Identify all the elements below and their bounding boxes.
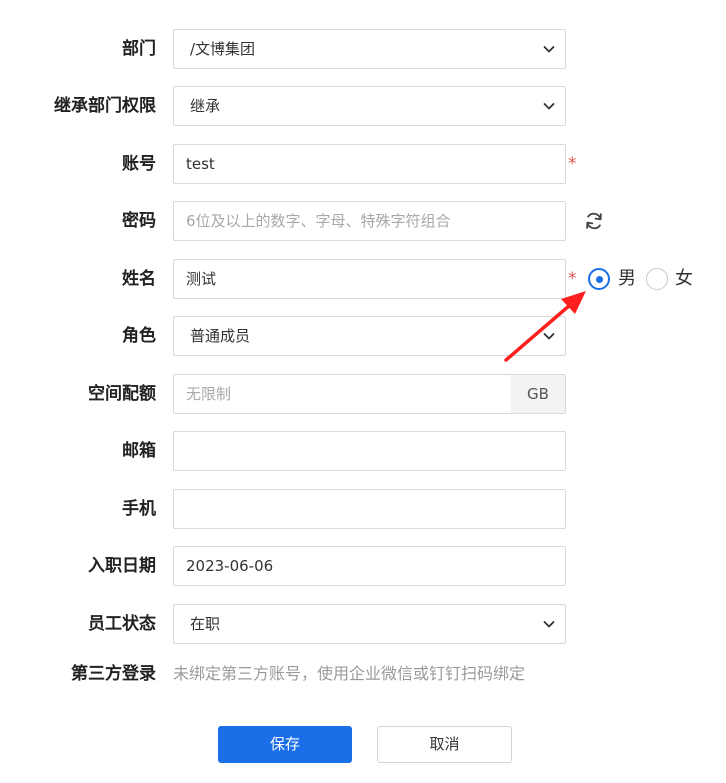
email-row: 邮箱 xyxy=(0,431,726,471)
status-row: 员工状态 在职 xyxy=(0,604,726,644)
hire-date-input[interactable]: 2023-06-06 xyxy=(173,546,566,586)
inherit-value: 继承 xyxy=(190,97,221,115)
account-label: 账号 xyxy=(122,154,156,174)
quota-row: 空间配额 无限制 GB xyxy=(0,374,726,414)
required-marker: * xyxy=(568,269,577,289)
gender-male-label[interactable]: 男 xyxy=(618,259,636,299)
chevron-down-icon xyxy=(543,46,555,53)
chevron-down-icon xyxy=(543,621,555,628)
account-value: test xyxy=(186,155,215,173)
quota-unit: GB xyxy=(511,374,566,414)
status-label: 员工状态 xyxy=(88,614,156,634)
third-party-row: 第三方登录 未绑定第三方账号，使用企业微信或钉钉扫码绑定 xyxy=(0,654,726,694)
save-button[interactable]: 保存 xyxy=(218,726,352,763)
hire-date-value: 2023-06-06 xyxy=(186,557,274,575)
inherit-label: 继承部门权限 xyxy=(54,96,156,116)
gender-female-radio[interactable] xyxy=(646,268,668,290)
role-row: 角色 普通成员 xyxy=(0,316,726,356)
required-marker: * xyxy=(568,154,577,174)
phone-row: 手机 xyxy=(0,489,726,529)
hire-date-row: 入职日期 2023-06-06 xyxy=(0,546,726,586)
department-value: /文博集团 xyxy=(190,40,256,58)
role-label: 角色 xyxy=(122,326,156,346)
name-label: 姓名 xyxy=(122,269,156,289)
password-input[interactable]: 6位及以上的数字、字母、特殊字符组合 xyxy=(173,201,566,241)
quota-label: 空间配额 xyxy=(88,384,156,404)
third-party-label: 第三方登录 xyxy=(71,664,156,684)
name-row: 姓名 测试 * 男 女 xyxy=(0,259,726,299)
status-select[interactable]: 在职 xyxy=(173,604,566,644)
name-value: 测试 xyxy=(186,270,217,288)
department-label: 部门 xyxy=(122,39,156,59)
password-row: 密码 6位及以上的数字、字母、特殊字符组合 xyxy=(0,201,726,241)
third-party-hint: 未绑定第三方账号，使用企业微信或钉钉扫码绑定 xyxy=(173,664,526,683)
status-value: 在职 xyxy=(190,615,221,633)
inherit-select[interactable]: 继承 xyxy=(173,86,566,126)
account-input[interactable]: test xyxy=(173,144,566,184)
hire-date-label: 入职日期 xyxy=(88,556,156,576)
email-label: 邮箱 xyxy=(122,441,156,461)
role-select[interactable]: 普通成员 xyxy=(173,316,566,356)
inherit-row: 继承部门权限 继承 xyxy=(0,86,726,126)
quota-placeholder: 无限制 xyxy=(186,385,232,403)
department-row: 部门 /文博集团 xyxy=(0,29,726,69)
email-input[interactable] xyxy=(173,431,566,471)
phone-input[interactable] xyxy=(173,489,566,529)
chevron-down-icon xyxy=(543,333,555,340)
role-value: 普通成员 xyxy=(190,327,251,345)
refresh-icon[interactable] xyxy=(583,210,605,232)
phone-label: 手机 xyxy=(122,499,156,519)
account-row: 账号 test * xyxy=(0,144,726,184)
gender-male-radio[interactable] xyxy=(588,268,610,290)
chevron-down-icon xyxy=(543,103,555,110)
quota-input[interactable]: 无限制 xyxy=(173,374,512,414)
password-label: 密码 xyxy=(122,211,156,231)
gender-female-label[interactable]: 女 xyxy=(675,259,693,299)
name-input[interactable]: 测试 xyxy=(173,259,566,299)
cancel-button[interactable]: 取消 xyxy=(377,726,512,763)
department-select[interactable]: /文博集团 xyxy=(173,29,566,69)
password-placeholder: 6位及以上的数字、字母、特殊字符组合 xyxy=(186,212,451,230)
